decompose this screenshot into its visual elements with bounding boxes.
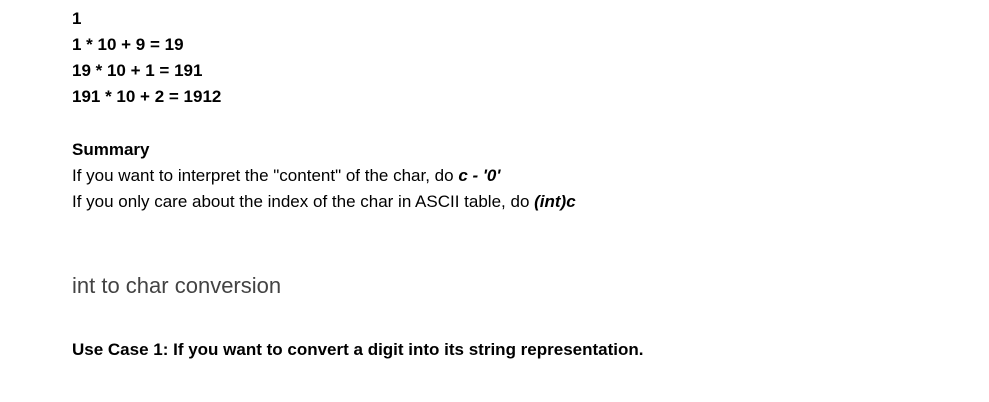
section-heading: int to char conversion	[72, 273, 282, 298]
summary-line-content-code: c - '0'	[458, 166, 501, 185]
summary-line-content: If you want to interpret the "content" o…	[72, 163, 500, 189]
summary-line-index-code: (int)c	[534, 192, 576, 211]
summary-line-content-text: If you want to interpret the "content" o…	[72, 166, 459, 185]
calc-line-4: 191 * 10 + 2 = 1912	[72, 87, 222, 106]
summary-line-index-text: If you only care about the index of the …	[72, 192, 535, 211]
calc-line-2: 1 * 10 + 9 = 19	[72, 35, 184, 54]
use-case-1: Use Case 1: If you want to convert a dig…	[72, 340, 644, 359]
calc-line-3: 19 * 10 + 1 = 191	[72, 61, 203, 80]
calc-line-1: 1	[72, 9, 82, 28]
summary-title: Summary	[72, 140, 150, 159]
summary-line-index: If you only care about the index of the …	[72, 189, 576, 215]
